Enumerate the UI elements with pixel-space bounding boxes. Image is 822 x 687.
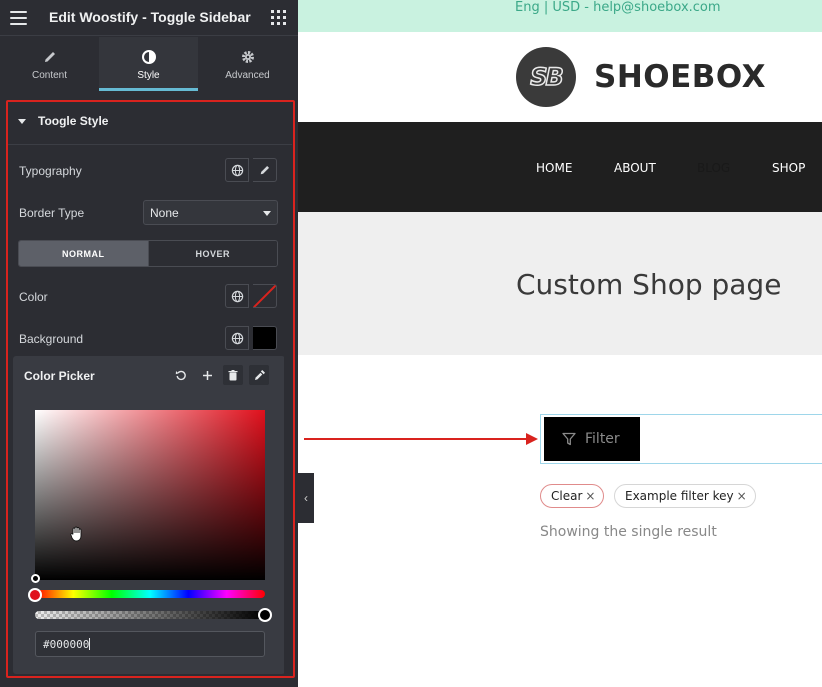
tab-content[interactable]: Content	[0, 37, 99, 91]
topbar-text: Eng | USD - help@shoebox.com	[515, 0, 721, 15]
elementor-editor-panel: Edit Woostify - Toggle Sidebar Content S…	[0, 0, 298, 687]
filter-toggle-button[interactable]: Filter	[544, 417, 640, 461]
logo-mark[interactable]: SB	[516, 47, 576, 107]
hamburger-menu-icon[interactable]	[10, 11, 27, 25]
close-icon[interactable]: ×	[737, 489, 747, 503]
close-icon[interactable]: ×	[585, 489, 595, 503]
highlight-box	[6, 100, 295, 678]
annotation-arrow-icon	[304, 433, 538, 445]
logo-text[interactable]: SHOEBOX	[594, 59, 766, 95]
result-count: Showing the single result	[540, 524, 717, 540]
filter-widget-selected[interactable]: Filter	[540, 414, 822, 464]
site-preview: Eng | USD - help@shoebox.com SB SHOEBOX …	[298, 0, 822, 687]
pencil-icon	[44, 52, 55, 62]
editor-header: Edit Woostify - Toggle Sidebar	[0, 0, 298, 36]
nav-about[interactable]: ABOUT	[614, 161, 656, 175]
nav-home[interactable]: HOME	[536, 161, 572, 175]
contrast-icon	[141, 50, 156, 64]
editor-tabs: Content Style Advanced	[0, 37, 298, 91]
main-navigation: HOME ABOUT BLOG SHOP	[298, 122, 822, 212]
site-topbar: Eng | USD - help@shoebox.com	[298, 0, 822, 32]
page-header: Custom Shop page	[298, 212, 822, 355]
nav-shop[interactable]: SHOP	[772, 161, 805, 175]
filter-funnel-icon	[562, 432, 576, 446]
collapse-panel-button[interactable]: ‹	[298, 473, 314, 523]
editor-title: Edit Woostify - Toggle Sidebar	[49, 9, 251, 25]
active-filter-chip[interactable]: Example filter key ×	[614, 484, 756, 508]
gear-icon	[241, 51, 254, 63]
tab-advanced[interactable]: Advanced	[198, 37, 297, 91]
nav-blog[interactable]: BLOG	[697, 161, 730, 175]
chevron-left-icon: ‹	[304, 491, 308, 505]
tab-style[interactable]: Style	[99, 37, 198, 91]
clear-filters-chip[interactable]: Clear ×	[540, 484, 605, 508]
page-title: Custom Shop page	[516, 268, 782, 301]
widgets-grid-icon[interactable]	[271, 10, 286, 25]
